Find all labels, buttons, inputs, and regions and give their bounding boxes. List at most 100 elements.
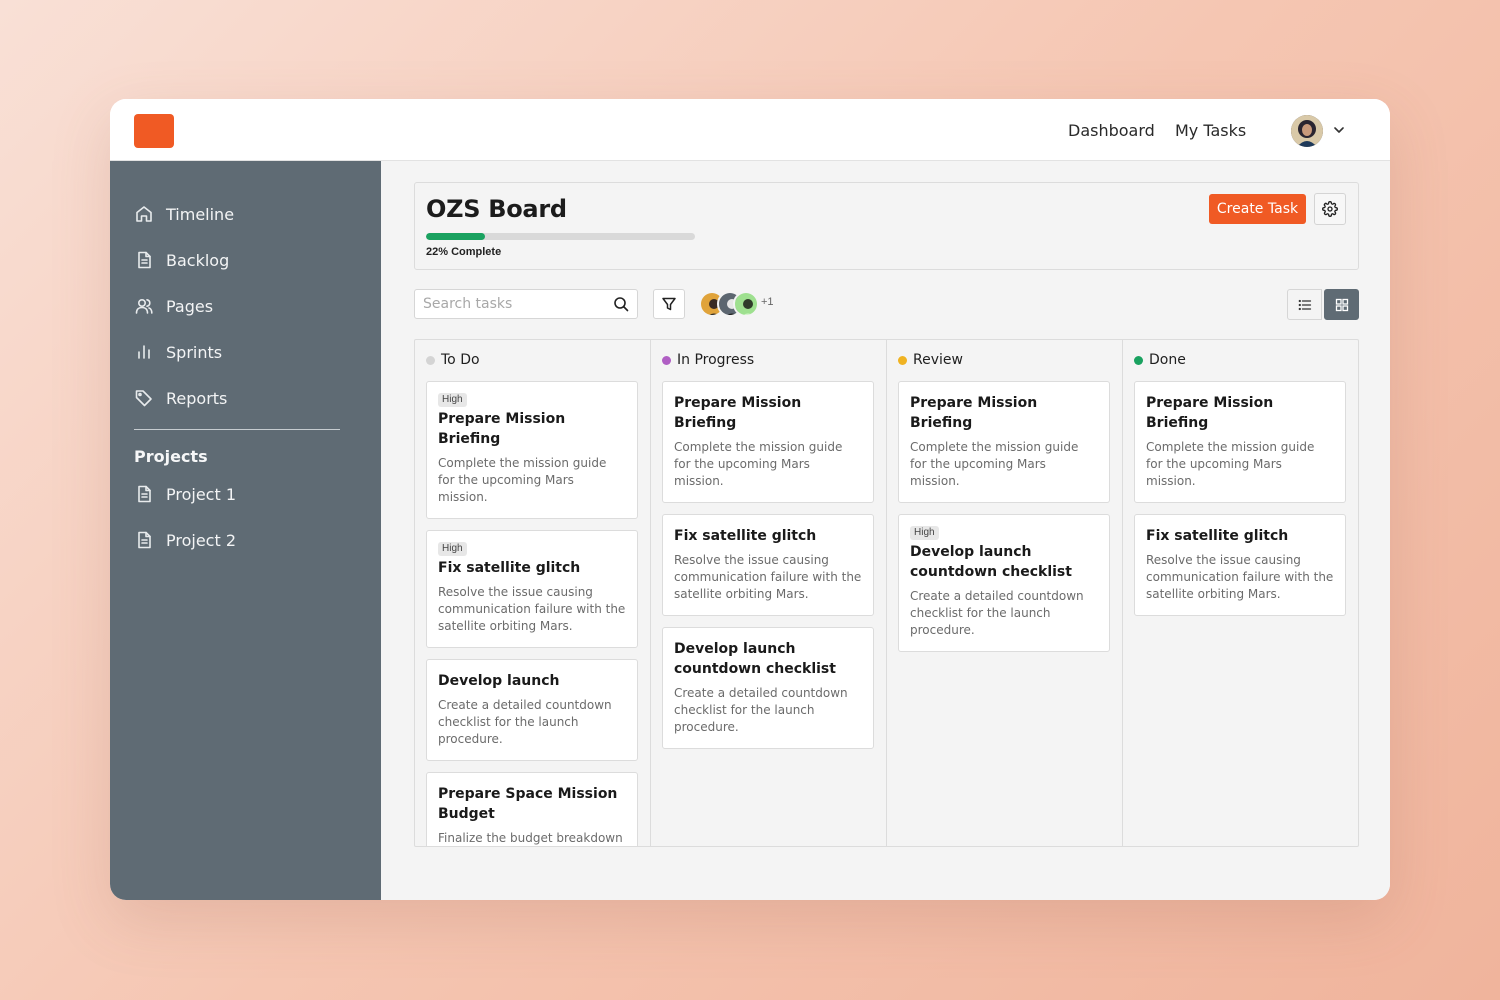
- list-view-button[interactable]: [1287, 289, 1322, 320]
- users-icon: [135, 298, 153, 314]
- task-title: Prepare Mission Briefing: [1146, 395, 1274, 431]
- page-title: OZS Board: [426, 195, 567, 223]
- priority-badge: High: [438, 393, 467, 407]
- app-window: Dashboard My Tasks Timeline Backlog Page…: [110, 99, 1390, 900]
- app-logo[interactable]: [134, 114, 174, 148]
- task-card[interactable]: Prepare Mission Briefing Complete the mis…: [662, 381, 874, 503]
- column-header: To Do: [426, 352, 480, 368]
- task-card[interactable]: Fix satellite glitch Resolve the issue ca…: [1134, 514, 1346, 616]
- task-card[interactable]: High Prepare Mission Briefing Complete the…: [426, 381, 638, 519]
- task-card[interactable]: Develop launch countdown checklist Create…: [662, 627, 874, 749]
- task-description: Complete the mission guide for the upcom…: [1146, 440, 1315, 488]
- document-icon: [138, 251, 151, 269]
- progress-fill: [426, 233, 486, 240]
- status-dot: [662, 355, 671, 365]
- priority-badge: High: [438, 542, 467, 556]
- task-description: Resolve the issue causing communication …: [438, 585, 626, 633]
- column-title: Done: [1149, 352, 1186, 368]
- settings-button[interactable]: [1314, 193, 1346, 225]
- sidebar-item-label: Project 2: [166, 530, 237, 550]
- projects-heading: Projects: [134, 447, 208, 466]
- sidebar-item-project-2[interactable]: Project 2: [134, 528, 236, 552]
- board-header: OZS Board 22% Complete Create Task: [414, 182, 1359, 270]
- column-in-progress: In Progress Prepare Mission Briefing Compl…: [650, 340, 886, 846]
- task-description: Create a detailed countdown checklist fo…: [438, 698, 612, 746]
- filter-button[interactable]: [653, 289, 685, 319]
- sidebar-item-sprints[interactable]: Sprints: [134, 340, 222, 364]
- nav-my-tasks[interactable]: My Tasks: [1175, 121, 1246, 140]
- column-header: In Progress: [662, 352, 754, 368]
- column-title: To Do: [441, 352, 480, 368]
- column-title: Review: [913, 352, 963, 368]
- sidebar-item-backlog[interactable]: Backlog: [134, 248, 229, 272]
- column-title: In Progress: [677, 352, 755, 368]
- task-title: Prepare Space Mission Budget: [438, 786, 618, 822]
- task-description: Create a detailed countdown checklist fo…: [674, 686, 848, 734]
- task-title: Fix satellite glitch: [674, 528, 817, 544]
- sidebar-divider: [134, 429, 340, 430]
- status-dot: [426, 355, 435, 365]
- document-icon: [138, 531, 151, 549]
- sidebar-item-label: Pages: [166, 296, 214, 316]
- task-title: Develop launch countdown checklist: [910, 544, 1072, 580]
- members-more-count: +1: [761, 296, 774, 308]
- list-icon: [1298, 299, 1311, 310]
- sidebar-item-timeline[interactable]: Timeline: [134, 202, 234, 226]
- task-description: Complete the mission guide for the upcom…: [910, 440, 1079, 488]
- task-card[interactable]: High Fix satellite glitch Resolve the issu…: [426, 530, 638, 648]
- task-description: Complete the mission guide for the upcom…: [438, 456, 607, 504]
- main-content: OZS Board 22% Complete Create Task Searc…: [381, 161, 1390, 900]
- task-title: Develop launch: [438, 673, 560, 689]
- sidebar-item-project-1[interactable]: Project 1: [134, 482, 236, 506]
- priority-badge: High: [910, 526, 939, 540]
- sidebar: Timeline Backlog Pages Sprints Reports P…: [110, 161, 381, 900]
- task-title: Fix satellite glitch: [1146, 528, 1289, 544]
- task-card[interactable]: Develop launch Create a detailed countdow…: [426, 659, 638, 761]
- column-review: Review Prepare Mission Briefing Complete t…: [886, 340, 1122, 846]
- document-icon: [138, 485, 151, 503]
- progress-bar: [426, 233, 695, 240]
- task-card[interactable]: Prepare Mission Briefing Complete the mis…: [1134, 381, 1346, 503]
- task-card[interactable]: Fix satellite glitch Resolve the issue ca…: [662, 514, 874, 616]
- gear-icon: [1322, 201, 1338, 217]
- chevron-down-icon[interactable]: [1332, 123, 1346, 137]
- task-description: Resolve the issue causing communication …: [1146, 553, 1334, 601]
- sidebar-item-pages[interactable]: Pages: [134, 294, 213, 318]
- task-card[interactable]: High Develop launch countdown checklist Cr…: [898, 514, 1110, 652]
- grid-view-button[interactable]: [1324, 289, 1359, 320]
- status-dot: [1134, 355, 1143, 365]
- home-icon: [136, 206, 152, 222]
- task-title: Develop launch countdown checklist: [674, 641, 836, 677]
- task-description: Finalize the budget breakdown for the Ma…: [438, 831, 623, 845]
- bar-chart-icon: [138, 345, 150, 359]
- task-card[interactable]: Prepare Space Mission Budget Finalize the…: [426, 772, 638, 846]
- search-icon[interactable]: [613, 296, 629, 312]
- search-input[interactable]: [415, 290, 605, 318]
- task-description: Resolve the issue causing communication …: [674, 553, 862, 601]
- column-header: Review: [898, 352, 963, 368]
- task-title: Prepare Mission Briefing: [438, 411, 566, 447]
- user-avatar[interactable]: [1291, 115, 1323, 147]
- column-header: Done: [1134, 352, 1186, 368]
- task-description: Complete the mission guide for the upcom…: [674, 440, 843, 488]
- task-card[interactable]: Prepare Mission Briefing Complete the mis…: [898, 381, 1110, 503]
- sidebar-item-label: Project 1: [166, 484, 237, 504]
- task-title: Prepare Mission Briefing: [674, 395, 802, 431]
- top-bar: Dashboard My Tasks: [110, 99, 1390, 161]
- progress-label: 22% Complete: [426, 246, 502, 258]
- filter-icon: [662, 297, 676, 311]
- column-done: Done Prepare Mission Briefing Complete the…: [1122, 340, 1358, 846]
- sidebar-item-label: Timeline: [166, 204, 235, 224]
- kanban-board: To Do High Prepare Mission Briefing Complet…: [414, 339, 1359, 847]
- task-description: Create a detailed countdown checklist fo…: [910, 589, 1084, 637]
- grid-icon: [1335, 298, 1348, 311]
- sidebar-item-label: Reports: [166, 388, 228, 408]
- task-title: Prepare Mission Briefing: [910, 395, 1038, 431]
- nav-dashboard[interactable]: Dashboard: [1068, 121, 1155, 140]
- create-task-button[interactable]: Create Task: [1209, 194, 1306, 224]
- sidebar-item-label: Sprints: [166, 342, 223, 362]
- sidebar-item-label: Backlog: [166, 250, 230, 270]
- sidebar-item-reports[interactable]: Reports: [134, 386, 227, 410]
- avatar: [733, 291, 759, 317]
- status-dot: [898, 355, 907, 365]
